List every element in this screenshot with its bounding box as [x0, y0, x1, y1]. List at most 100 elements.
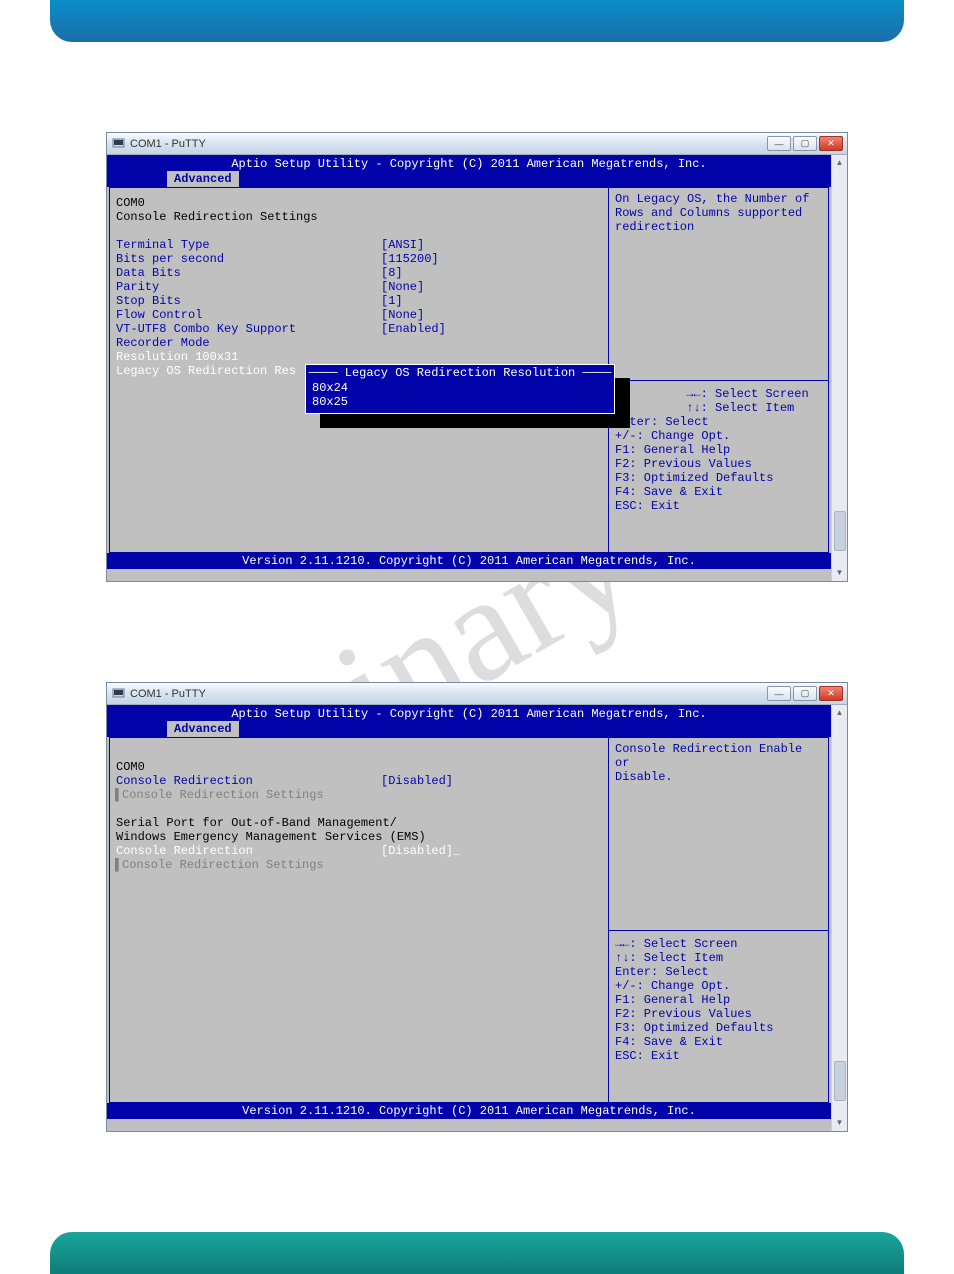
- setting-label: Console Redirection: [116, 774, 381, 788]
- nav-help-line: Enter: Select: [615, 965, 822, 979]
- popup-option[interactable]: 80x25: [306, 395, 614, 409]
- minimize-button[interactable]: —: [767, 686, 791, 701]
- scroll-down-icon[interactable]: ▼: [833, 566, 847, 580]
- scroll-thumb[interactable]: [834, 1061, 846, 1101]
- page-footer-banner: [50, 1232, 904, 1274]
- setting-label: Terminal Type: [116, 238, 381, 252]
- setting-value: [8]: [381, 266, 403, 280]
- setting-value: [Enabled]: [381, 322, 446, 336]
- setting-row[interactable]: Recorder Mode: [116, 336, 602, 350]
- bios-header: Aptio Setup Utility - Copyright (C) 2011…: [107, 155, 831, 171]
- popup-option-selected[interactable]: 80x24: [306, 381, 614, 395]
- tab-advanced[interactable]: Advanced: [167, 721, 239, 737]
- putty-window-2: COM1 - PuTTY — ▢ ✕ Aptio Setup Utility -…: [106, 682, 848, 1132]
- scroll-thumb[interactable]: [834, 511, 846, 551]
- setting-value: [1]: [381, 294, 403, 308]
- minimize-button[interactable]: —: [767, 136, 791, 151]
- submenu-marker-icon: ▌: [115, 788, 122, 802]
- help-text-line: Disable.: [615, 770, 822, 784]
- crs-heading: Console Redirection Settings: [116, 210, 602, 224]
- close-button[interactable]: ✕: [819, 686, 843, 701]
- setting-row-selected[interactable]: Console Redirection[Disabled]_: [116, 844, 602, 858]
- submenu-label: Console Redirection Settings: [122, 788, 324, 802]
- scroll-up-icon[interactable]: ▲: [833, 706, 847, 720]
- setting-row-selected[interactable]: Resolution 100x31: [116, 350, 602, 364]
- nav-help-line: ESC: Exit: [615, 499, 822, 513]
- help-text-line: On Legacy OS, the Number of: [615, 192, 822, 206]
- scroll-down-icon[interactable]: ▼: [833, 1116, 847, 1130]
- nav-help-line: F2: Previous Values: [615, 1007, 822, 1021]
- setting-label: Bits per second: [116, 252, 381, 266]
- bios-help-pane: Console Redirection Enable or Disable. →…: [608, 738, 828, 1102]
- nav-help-line: F4: Save & Exit: [615, 1035, 822, 1049]
- page-header-banner: [50, 0, 904, 42]
- nav-help-line: F4: Save & Exit: [615, 485, 822, 499]
- setting-label: Data Bits: [116, 266, 381, 280]
- window-title: COM1 - PuTTY: [130, 688, 206, 700]
- setting-value: [Disabled]: [381, 844, 453, 858]
- nav-help-line: Enter: Select: [615, 415, 822, 429]
- submenu-row-disabled: ▌Console Redirection Settings: [116, 858, 602, 872]
- maximize-button[interactable]: ▢: [793, 686, 817, 701]
- nav-help-line: F1: General Help: [615, 443, 822, 457]
- setting-value: [Disabled]: [381, 774, 453, 788]
- bios-left-pane: COM0 Console Redirection Settings Termin…: [110, 188, 608, 552]
- setting-label: VT-UTF8 Combo Key Support: [116, 322, 381, 336]
- nav-help-line: F1: General Help: [615, 993, 822, 1007]
- setting-value: [115200]: [381, 252, 439, 266]
- bios-footer: Version 2.11.1210. Copyright (C) 2011 Am…: [107, 553, 831, 569]
- cursor: _: [453, 844, 460, 858]
- help-text-line: Rows and Columns supported: [615, 206, 822, 220]
- putty-icon: [111, 137, 125, 151]
- setting-value: [ANSI]: [381, 238, 424, 252]
- popup-title-text: Legacy OS Redirection Resolution: [345, 366, 575, 380]
- resolution-popup: ──── Legacy OS Redirection Resolution ──…: [305, 364, 615, 414]
- setting-row[interactable]: Bits per second[115200]: [116, 252, 602, 266]
- setting-row[interactable]: Console Redirection[Disabled]: [116, 774, 602, 788]
- vertical-scrollbar[interactable]: ▲ ▼: [831, 705, 847, 1131]
- vertical-scrollbar[interactable]: ▲ ▼: [831, 155, 847, 581]
- titlebar[interactable]: COM1 - PuTTY — ▢ ✕: [107, 133, 847, 155]
- com0-heading: COM0: [116, 196, 602, 210]
- setting-row[interactable]: Stop Bits[1]: [116, 294, 602, 308]
- nav-help-line: F3: Optimized Defaults: [615, 1021, 822, 1035]
- nav-help-line: F2: Previous Values: [615, 457, 822, 471]
- setting-label: Console Redirection: [116, 844, 381, 858]
- setting-row[interactable]: Data Bits[8]: [116, 266, 602, 280]
- tab-advanced[interactable]: Advanced: [167, 171, 239, 187]
- titlebar[interactable]: COM1 - PuTTY — ▢ ✕: [107, 683, 847, 705]
- setting-row[interactable]: VT-UTF8 Combo Key Support[Enabled]: [116, 322, 602, 336]
- scroll-up-icon[interactable]: ▲: [833, 156, 847, 170]
- maximize-button[interactable]: ▢: [793, 136, 817, 151]
- nav-help-line: +/-: Change Opt.: [615, 429, 822, 443]
- bios-left-pane: COM0 Console Redirection[Disabled] ▌Cons…: [110, 738, 608, 1102]
- nav-help-line: →←: Select Screen: [615, 937, 822, 951]
- bios-tab-row: Advanced: [107, 171, 831, 187]
- setting-value: [None]: [381, 280, 424, 294]
- setting-label: Flow Control: [116, 308, 381, 322]
- nav-help-line: →←: Select Screen: [615, 387, 822, 401]
- help-text-line: redirection: [615, 220, 822, 234]
- setting-row[interactable]: Terminal Type[ANSI]: [116, 238, 602, 252]
- terminal-content[interactable]: Aptio Setup Utility - Copyright (C) 2011…: [107, 155, 831, 581]
- nav-help-line: ESC: Exit: [615, 1049, 822, 1063]
- nav-help-line: +/-: Change Opt.: [615, 979, 822, 993]
- terminal-content[interactable]: Aptio Setup Utility - Copyright (C) 2011…: [107, 705, 831, 1131]
- setting-row[interactable]: Parity[None]: [116, 280, 602, 294]
- setting-label: Stop Bits: [116, 294, 381, 308]
- bios-help-pane: On Legacy OS, the Number of Rows and Col…: [608, 188, 828, 552]
- setting-label: Resolution 100x31: [116, 350, 381, 364]
- section-heading: Windows Emergency Management Services (E…: [116, 830, 602, 844]
- bios-header: Aptio Setup Utility - Copyright (C) 2011…: [107, 705, 831, 721]
- setting-label: Recorder Mode: [116, 336, 381, 350]
- bios-footer: Version 2.11.1210. Copyright (C) 2011 Am…: [107, 1103, 831, 1119]
- setting-row[interactable]: Flow Control[None]: [116, 308, 602, 322]
- submenu-label: Console Redirection Settings: [122, 858, 324, 872]
- close-button[interactable]: ✕: [819, 136, 843, 151]
- window-controls: — ▢ ✕: [767, 136, 843, 151]
- nav-help-line: ↑↓: Select Item: [615, 951, 822, 965]
- submenu-marker-icon: ▌: [115, 858, 122, 872]
- putty-icon: [111, 687, 125, 701]
- nav-help-line: ↑↓: Select Item: [615, 401, 822, 415]
- section-heading: Serial Port for Out-of-Band Management/: [116, 816, 602, 830]
